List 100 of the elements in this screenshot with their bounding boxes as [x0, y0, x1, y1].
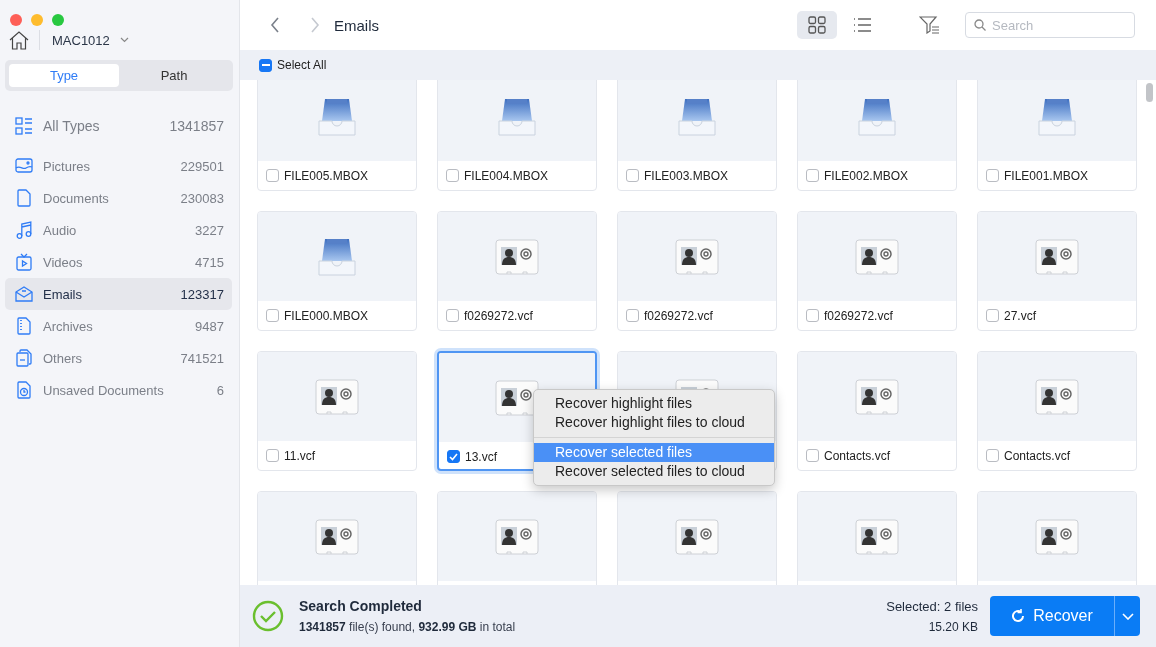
category-item[interactable]: Audio 3227: [5, 214, 232, 246]
scrollbar-thumb[interactable]: [1146, 83, 1153, 102]
file-card[interactable]: f0269272.vcf: [437, 211, 597, 331]
selected-size: 15.20 KB: [928, 619, 978, 634]
file-checkbox[interactable]: [446, 169, 459, 182]
home-icon[interactable]: [9, 30, 29, 50]
file-card[interactable]: FILE005.MBOX: [257, 80, 417, 191]
contact-card-icon: [495, 379, 539, 416]
category-item[interactable]: Pictures 229501: [5, 150, 232, 182]
search-field[interactable]: Search: [965, 12, 1135, 38]
checkmark-icon: [449, 452, 458, 461]
file-checkbox[interactable]: [626, 309, 639, 322]
file-card[interactable]: FILE004.MBOX: [437, 80, 597, 191]
category-item[interactable]: Emails 123317: [5, 278, 232, 310]
category-label: Videos: [43, 254, 84, 270]
contact-card-icon: [1035, 238, 1079, 275]
select-all-checkbox[interactable]: [259, 58, 272, 72]
file-card[interactable]: FILE000.MBOX: [257, 211, 417, 331]
file-card[interactable]: f0269272.vcf: [797, 211, 957, 331]
file-card[interactable]: [977, 491, 1137, 585]
recover-button[interactable]: Recover: [990, 596, 1114, 636]
inbox-tray-icon: [497, 96, 537, 137]
file-checkbox[interactable]: [266, 449, 279, 462]
filter-icon[interactable]: [919, 16, 940, 34]
category-label: Pictures: [43, 158, 91, 174]
file-card[interactable]: FILE001.MBOX: [977, 80, 1137, 191]
archive-file-icon: [17, 317, 31, 335]
view-tab[interactable]: Path: [119, 64, 229, 87]
file-name: 11.vcf: [284, 448, 316, 463]
contact-card-icon: [315, 518, 359, 555]
contact-card-icon: [855, 238, 899, 275]
contact-card-icon: [495, 518, 539, 555]
category-item[interactable]: Unsaved Documents 6: [5, 374, 232, 406]
file-card[interactable]: 27.vcf: [977, 211, 1137, 331]
file-checkbox[interactable]: [266, 169, 279, 182]
file-checkbox[interactable]: [446, 309, 459, 322]
category-item[interactable]: All Types 1341857: [5, 110, 232, 142]
inbox-tray-icon: [317, 96, 357, 137]
zoom-window-button[interactable]: [52, 14, 64, 26]
view-tab[interactable]: Type: [9, 64, 119, 87]
file-checkbox[interactable]: [447, 450, 460, 463]
inbox-tray-icon: [857, 96, 897, 137]
category-label: Archives: [43, 318, 94, 334]
file-card[interactable]: [437, 491, 597, 585]
chevron-down-icon[interactable]: [119, 37, 129, 43]
file-checkbox[interactable]: [266, 309, 279, 322]
file-card[interactable]: 11.vcf: [257, 351, 417, 471]
category-count: 6: [216, 382, 224, 398]
music-note-icon: [16, 221, 32, 239]
grid-list-icon: [15, 117, 33, 135]
close-window-button[interactable]: [10, 14, 22, 26]
category-item[interactable]: Documents 230083: [5, 182, 232, 214]
file-card[interactable]: FILE003.MBOX: [617, 80, 777, 191]
contact-card-icon: [855, 518, 899, 555]
file-name: 27.vcf: [1004, 308, 1036, 323]
file-checkbox[interactable]: [986, 309, 999, 322]
file-name: FILE004.MBOX: [464, 168, 549, 183]
file-name: f0269272.vcf: [644, 308, 713, 323]
tv-play-icon: [16, 253, 32, 271]
contact-card-icon: [315, 378, 359, 415]
contact-card-icon: [495, 238, 539, 275]
file-name: FILE003.MBOX: [644, 168, 729, 183]
grid-view-button[interactable]: [797, 11, 837, 39]
check-circle-icon: [252, 600, 284, 632]
file-card[interactable]: [617, 491, 777, 585]
file-card[interactable]: [257, 491, 417, 585]
file-name: FILE001.MBOX: [1004, 168, 1089, 183]
category-label: Emails: [43, 286, 83, 302]
contact-card-icon: [1035, 378, 1079, 415]
category-item[interactable]: Others 741521: [5, 342, 232, 374]
file-checkbox[interactable]: [806, 169, 819, 182]
minus-icon: [261, 64, 270, 66]
file-checkbox[interactable]: [986, 449, 999, 462]
file-card[interactable]: [797, 491, 957, 585]
recover-options-button[interactable]: [1114, 596, 1140, 636]
select-all-label: Select All: [277, 58, 327, 72]
file-name: Contacts.vcf: [1004, 448, 1071, 463]
category-count: 229501: [180, 158, 224, 174]
file-name: FILE002.MBOX: [824, 168, 909, 183]
picture-icon: [15, 158, 33, 174]
inbox-tray-icon: [1037, 96, 1077, 137]
category-item[interactable]: Archives 9487: [5, 310, 232, 342]
file-checkbox[interactable]: [986, 169, 999, 182]
file-card[interactable]: Contacts.vcf: [797, 351, 957, 471]
category-label: Unsaved Documents: [43, 382, 165, 398]
file-card[interactable]: f0269272.vcf: [617, 211, 777, 331]
search-input[interactable]: Search: [992, 17, 1122, 33]
file-name: FILE000.MBOX: [284, 308, 369, 323]
category-label: All Types: [43, 118, 101, 134]
file-name: f0269272.vcf: [824, 308, 893, 323]
file-checkbox[interactable]: [806, 449, 819, 462]
minimize-window-button[interactable]: [31, 14, 43, 26]
file-card[interactable]: Contacts.vcf: [977, 351, 1137, 471]
file-checkbox[interactable]: [806, 309, 819, 322]
file-checkbox[interactable]: [626, 169, 639, 182]
file-name: f0269272.vcf: [464, 308, 533, 323]
file-card[interactable]: FILE002.MBOX: [797, 80, 957, 191]
category-item[interactable]: Videos 4715: [5, 246, 232, 278]
contact-card-icon: [675, 518, 719, 555]
status-title: Search Completed: [299, 598, 423, 614]
